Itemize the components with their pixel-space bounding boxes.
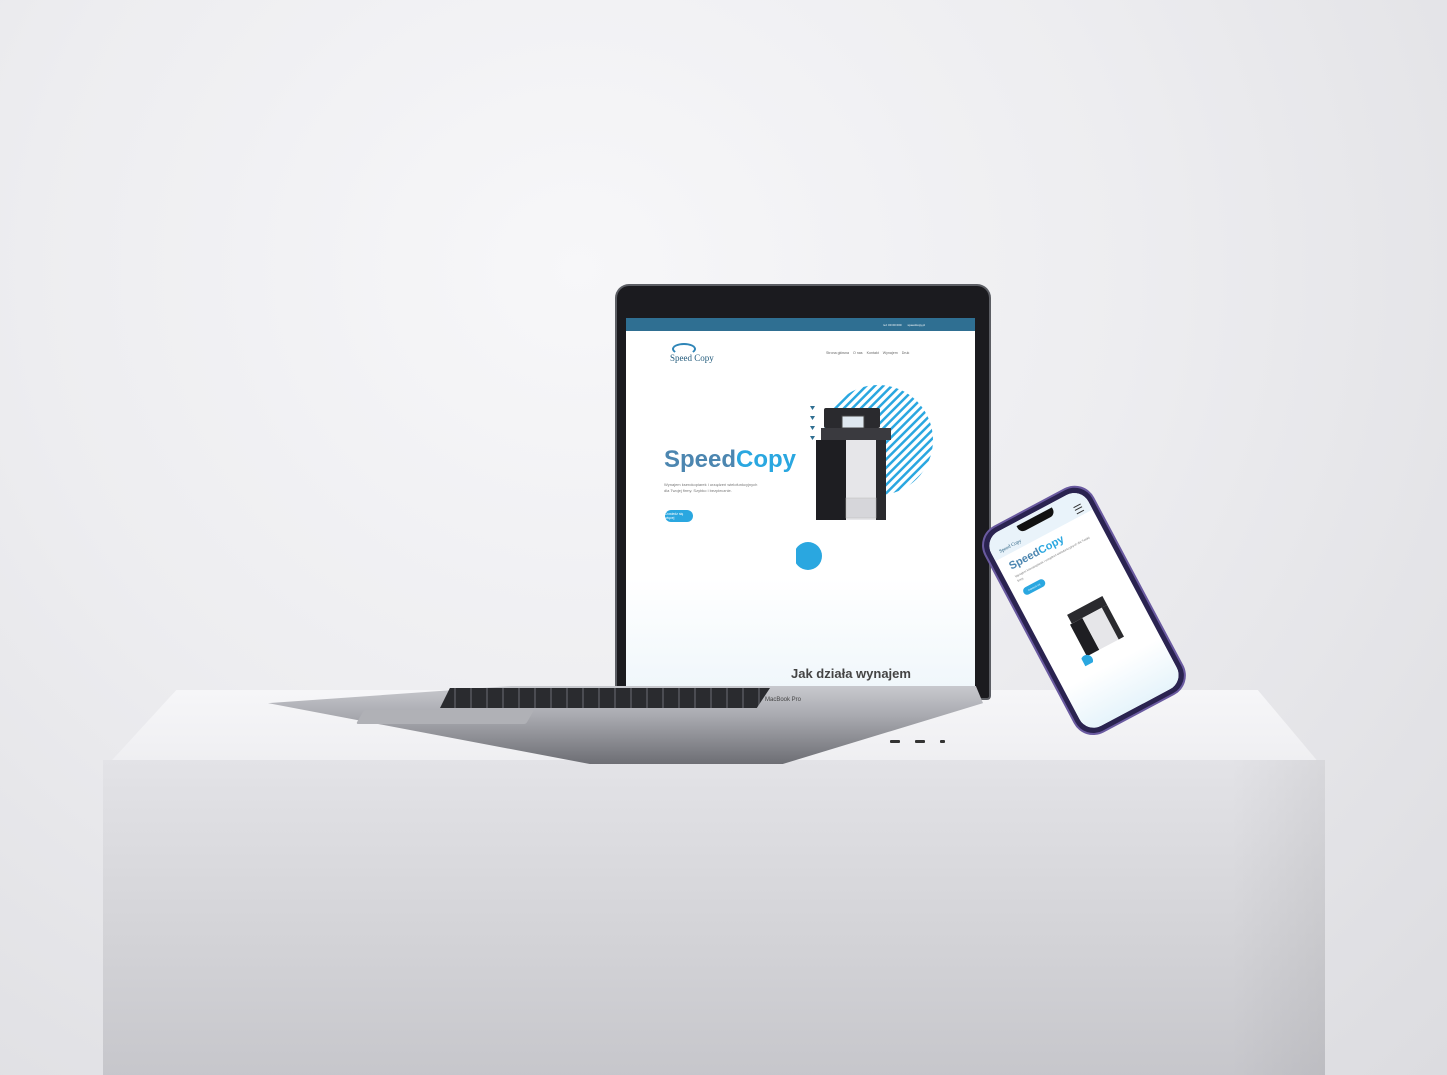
- hero-title: SpeedCopy: [664, 446, 796, 474]
- accent-dot: [796, 542, 822, 570]
- hero-title-copy: Copy: [736, 446, 797, 473]
- laptop-screen: tel: 00 00 000 speedcopy.pl Speed Copy S…: [626, 318, 975, 692]
- mockup-scene: tel: 00 00 000 speedcopy.pl Speed Copy S…: [0, 0, 1447, 1075]
- section-title: Jak działa wynajem: [791, 666, 911, 681]
- laptop-trackpad: [355, 710, 535, 724]
- phone-printer-illustration: [1067, 596, 1124, 667]
- logo-text: Speed Copy: [670, 353, 714, 363]
- hero-cta-button[interactable]: Dowiedz się więcej: [665, 510, 693, 522]
- usb-port-icon: [890, 740, 900, 743]
- menu-item-contact[interactable]: Kontakt: [867, 351, 879, 355]
- site-logo[interactable]: Speed Copy: [670, 343, 714, 363]
- topbar-email[interactable]: speedcopy.pl: [908, 323, 925, 327]
- hero-title-speed: Speed: [664, 446, 737, 473]
- topbar-phone[interactable]: tel: 00 00 000: [883, 323, 901, 327]
- menu-item-about[interactable]: O nas: [853, 351, 863, 355]
- site-topbar: tel: 00 00 000 speedcopy.pl: [626, 318, 975, 331]
- smartphone: Speed Copy SpeedCopy Wynajem kserokopiar…: [937, 480, 1191, 762]
- pedestal-front: [103, 760, 1325, 1075]
- main-menu: Strona główna O nas Kontakt Wynajem Druk: [826, 351, 909, 355]
- menu-item-print[interactable]: Druk: [902, 351, 910, 355]
- phone-screen: Speed Copy SpeedCopy Wynajem kserokopiar…: [983, 487, 1185, 734]
- laptop-brand-label: MacBook Pro: [765, 697, 802, 703]
- printer-illustration: [796, 385, 933, 570]
- hamburger-menu-icon[interactable]: [1073, 503, 1085, 515]
- menu-item-home[interactable]: Strona główna: [826, 351, 849, 355]
- menu-item-rental[interactable]: Wynajem: [883, 351, 898, 355]
- laptop-keyboard: [440, 688, 770, 708]
- pedestal-shade: [1230, 760, 1325, 1075]
- hero-subtitle: Wynajem kserokopiarek i urządzeń wielofu…: [664, 482, 758, 493]
- site-header: Speed Copy Strona główna O nas Kontakt W…: [626, 331, 975, 371]
- usb-port-icon: [915, 740, 925, 743]
